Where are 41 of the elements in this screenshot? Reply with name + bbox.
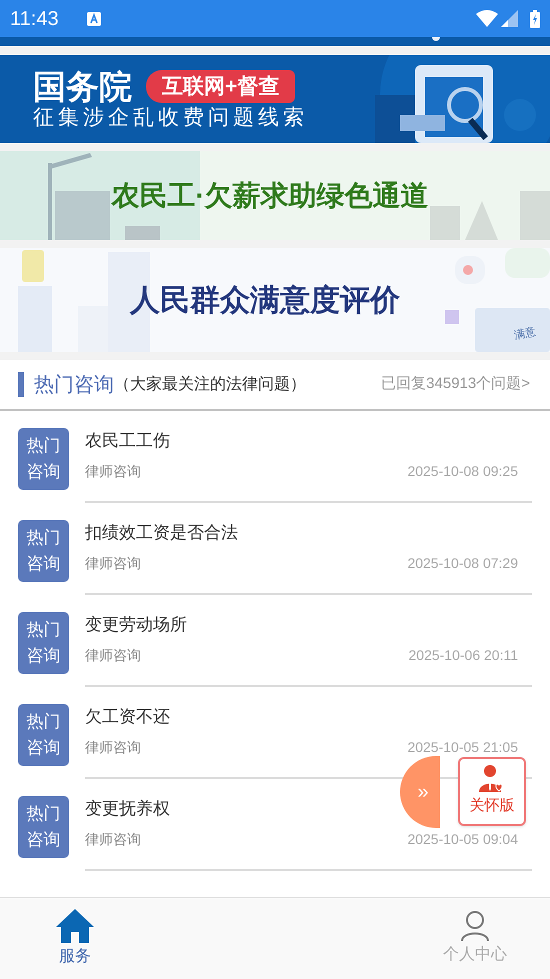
- wifi-icon: [476, 10, 498, 27]
- keyboard-icon: [86, 12, 101, 26]
- section-subtitle: （大家最关注的法律问题）: [114, 374, 306, 394]
- consult-item[interactable]: 热门咨询 农民工工伤 律师咨询 2025-10-08 09:25: [0, 411, 550, 503]
- consult-time: 2025-10-08 07:29: [407, 554, 518, 573]
- consult-time: 2025-10-05 21:05: [407, 738, 518, 757]
- status-time: 11:43: [10, 6, 59, 32]
- section-marker: [18, 372, 24, 397]
- nav-tab[interactable]: 服务: [0, 898, 150, 979]
- consult-category: 律师咨询: [85, 646, 141, 665]
- banner-title: 国务院: [33, 70, 132, 103]
- consult-category: 律师咨询: [85, 462, 141, 481]
- consult-category: 律师咨询: [85, 554, 141, 573]
- consult-category: 律师咨询: [85, 830, 141, 849]
- banner-title: 人民群众满意度评价: [130, 282, 401, 318]
- consult-title: 变更劳动场所: [85, 614, 187, 636]
- consult-time: 2025-10-05 09:04: [407, 830, 518, 849]
- consult-title: 欠工资不还: [85, 706, 170, 728]
- section-title: 热门咨询: [34, 372, 114, 398]
- home-icon: [56, 908, 94, 942]
- consult-time: 2025-10-08 09:25: [407, 462, 518, 481]
- hot-badge: 热门咨询: [18, 520, 69, 582]
- consult-title: 变更抚养权: [85, 798, 170, 820]
- user-icon: [461, 910, 489, 940]
- banner-tag: 互联网+督查: [146, 70, 296, 103]
- consult-item[interactable]: 热门咨询 扣绩效工资是否合法 律师咨询 2025-10-08 07:29: [0, 503, 550, 595]
- banner-subtitle: 征集涉企乱收费问题线索: [33, 107, 309, 128]
- screen-label: 满意: [512, 324, 538, 344]
- consult-title: 扣绩效工资是否合法: [85, 522, 238, 544]
- consult-title: 农民工工伤: [85, 430, 170, 452]
- consult-item[interactable]: 热门咨询 变更劳动场所 律师咨询 2025-10-06 20:11: [0, 595, 550, 687]
- signal-icon: [501, 10, 518, 27]
- care-mode-button[interactable]: 关怀版: [458, 757, 526, 826]
- hot-badge: 热门咨询: [18, 796, 69, 858]
- consult-category: 律师咨询: [85, 738, 141, 757]
- hot-badge: 热门咨询: [18, 428, 69, 490]
- battery-icon: [530, 10, 540, 28]
- banner-title: 农民工·欠薪求助绿色通道: [111, 178, 430, 212]
- consult-time: 2025-10-06 20:11: [408, 646, 518, 665]
- hot-badge: 热门咨询: [18, 612, 69, 674]
- hot-badge: 热门咨询: [18, 704, 69, 766]
